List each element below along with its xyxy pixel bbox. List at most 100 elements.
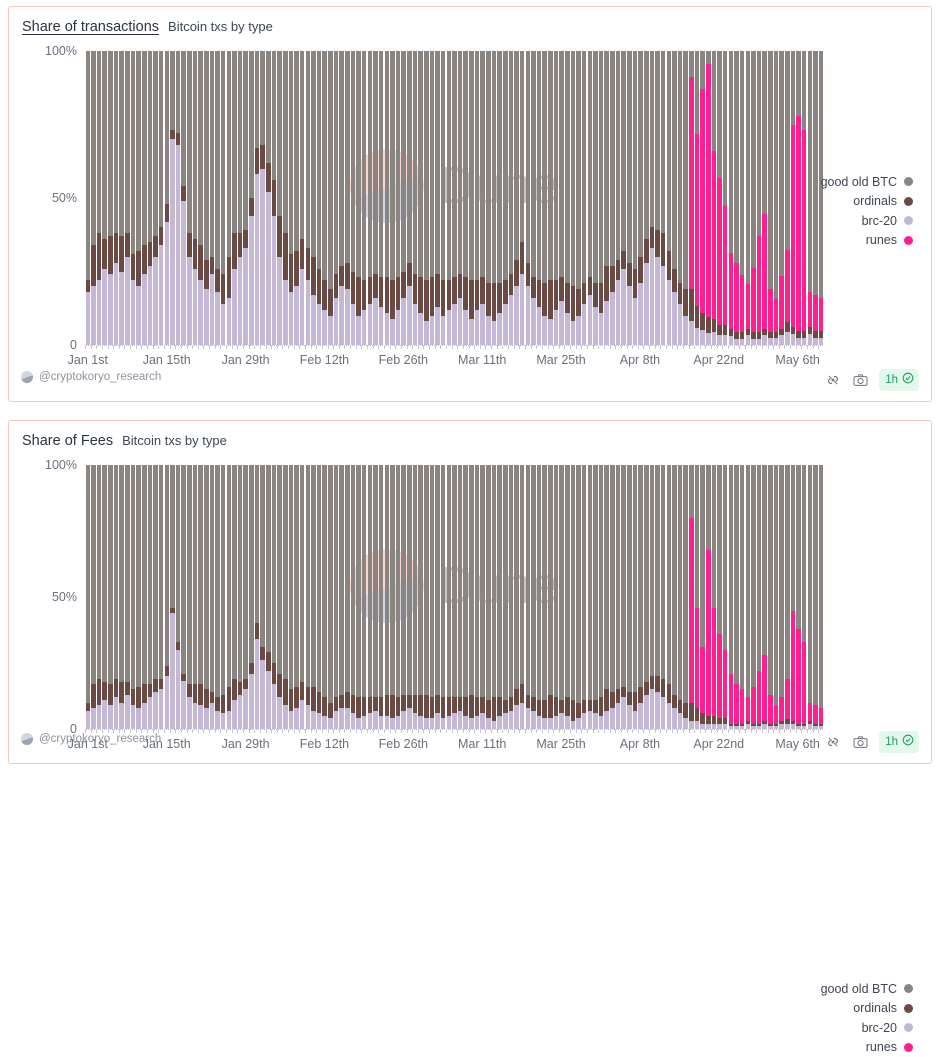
bar-segment	[503, 304, 508, 345]
bar-segment	[351, 272, 356, 304]
bar-segment	[548, 465, 553, 695]
bar-segment	[131, 254, 136, 280]
bar-segment	[588, 295, 593, 345]
legend-item-brc-20[interactable]: brc-20	[801, 211, 913, 231]
bar-segment	[503, 465, 508, 700]
bar-segment	[520, 242, 525, 274]
bar-segment	[621, 465, 626, 687]
bar-segment	[588, 700, 593, 711]
legend-item-good-old-btc[interactable]: good old BTC	[801, 172, 913, 192]
legend-item-label: ordinals	[853, 194, 897, 208]
legend-item-runes[interactable]: runes	[801, 1038, 913, 1057]
bar-segment	[791, 327, 796, 334]
bar-segment	[791, 465, 796, 611]
bar-segment	[227, 465, 232, 687]
bar-segment	[565, 716, 570, 729]
bar-segment	[447, 280, 452, 309]
embed-link-icon[interactable]	[825, 734, 841, 750]
bar-segment	[351, 695, 356, 713]
bar-segment	[729, 51, 734, 253]
bar-segment	[672, 292, 677, 345]
bar-segment	[413, 713, 418, 729]
camera-icon[interactable]	[852, 372, 868, 388]
bar-segment	[819, 465, 824, 708]
bar-segment	[695, 708, 700, 721]
bar-segment	[469, 465, 474, 695]
bar-segment	[695, 721, 700, 729]
x-axis-tick-label: Mar 11th	[458, 353, 506, 367]
bar-segment	[131, 465, 136, 689]
bar-segment	[492, 321, 497, 345]
author-attribution[interactable]: @cryptokoryo_research	[21, 733, 161, 745]
bar-segment	[695, 608, 700, 708]
bar-segment	[210, 257, 215, 275]
panel-toolbar: 1h	[825, 369, 919, 391]
legend-item-good-old-btc[interactable]: good old BTC	[801, 979, 913, 999]
bar-segment	[514, 260, 519, 286]
author-attribution[interactable]: @cryptokoryo_research	[21, 371, 161, 383]
bar-segment	[148, 242, 153, 266]
bar-segment	[204, 289, 209, 345]
camera-icon[interactable]	[852, 734, 868, 750]
bar-segment	[571, 321, 576, 345]
bar-segment	[497, 313, 502, 345]
bar-segment	[700, 51, 705, 89]
bar-segment	[463, 465, 468, 697]
bar-segment	[136, 708, 141, 729]
bar-segment	[390, 51, 395, 280]
panel-title-link[interactable]: Share of transactions	[22, 19, 159, 35]
bar-segment	[717, 325, 722, 335]
legend-item-runes[interactable]: runes	[801, 231, 913, 251]
bar-segment	[108, 274, 113, 345]
bar-segment	[322, 697, 327, 715]
bar-segment	[627, 705, 632, 729]
bar-segment	[221, 713, 226, 729]
bar-segment	[531, 298, 536, 345]
bar-segment	[204, 465, 209, 689]
chart-panel-share-of-fees: Share of Fees Bitcoin txs by type 050%10…	[8, 420, 932, 764]
bar-segment	[277, 216, 282, 257]
bar-segment	[667, 703, 672, 729]
bar-segment	[661, 233, 666, 265]
bar-segment	[644, 695, 649, 729]
bar-segment	[475, 51, 480, 280]
bar-segment	[689, 465, 694, 518]
bar-segment	[306, 687, 311, 705]
refresh-interval-badge[interactable]: 1h	[879, 369, 919, 391]
bar-segment	[554, 310, 559, 345]
bar-segment	[210, 703, 215, 729]
bar-segment	[548, 695, 553, 719]
bar-segment	[447, 716, 452, 729]
bar-segment	[672, 51, 677, 269]
bar-segment	[650, 465, 655, 676]
bar-segment	[571, 700, 576, 721]
refresh-interval-badge[interactable]: 1h	[879, 731, 919, 753]
bar-segment	[734, 263, 739, 333]
bar-segment	[277, 51, 282, 216]
bar-segment	[238, 682, 243, 695]
bar-column[interactable]	[818, 465, 824, 729]
bar-segment	[373, 465, 378, 697]
bar-segment	[176, 642, 181, 650]
bar-segment	[565, 313, 570, 345]
bar-segment	[509, 274, 514, 295]
x-axis-tick-label: Apr 8th	[620, 353, 660, 367]
bar-segment	[243, 679, 248, 690]
bar-segment	[368, 713, 373, 729]
embed-link-icon[interactable]	[825, 372, 841, 388]
bar-segment	[97, 465, 102, 679]
bar-segment	[159, 679, 164, 690]
bar-segment	[526, 263, 531, 287]
bar-segment	[153, 51, 158, 236]
bar-segment	[86, 51, 91, 280]
bar-segment	[345, 692, 350, 708]
bar-segment	[102, 269, 107, 345]
panel-title[interactable]: Share of Fees	[22, 433, 113, 449]
bar-segment	[170, 139, 175, 345]
bar-segment	[345, 51, 350, 263]
legend-item-brc-20[interactable]: brc-20	[801, 1018, 913, 1038]
bar-segment	[796, 51, 801, 116]
bar-segment	[537, 51, 542, 280]
legend-item-ordinals[interactable]: ordinals	[801, 999, 913, 1019]
legend-item-ordinals[interactable]: ordinals	[801, 192, 913, 212]
